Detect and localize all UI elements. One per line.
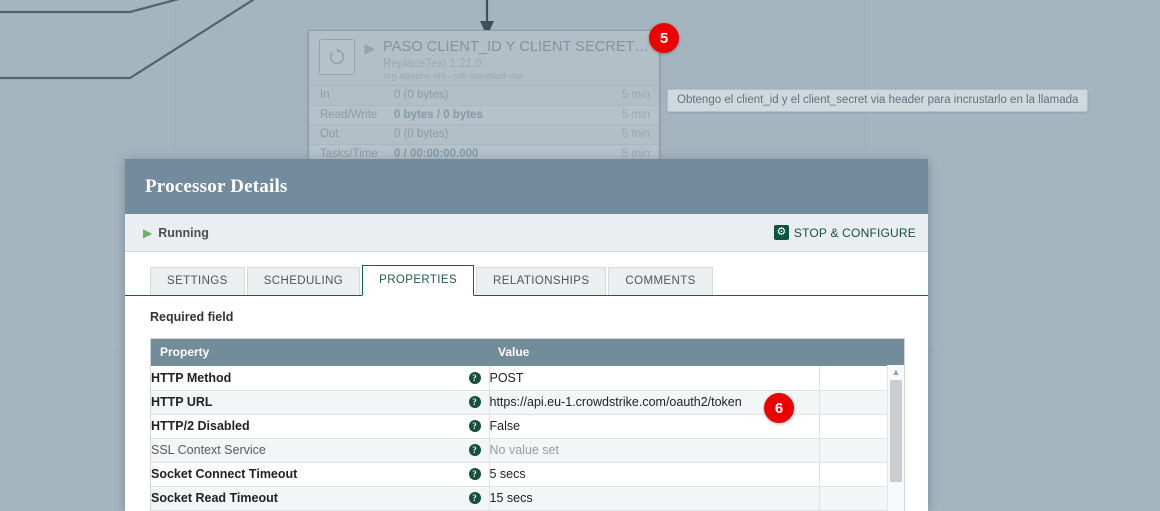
annotation-tooltip: Obtengo el client_id y el client_secret … — [667, 89, 1089, 112]
required-field-note: Required field — [150, 310, 234, 324]
stat-value: 0 bytes / 0 bytes — [394, 108, 483, 121]
property-name: SSL Context Service — [151, 443, 266, 457]
tab-comments[interactable]: COMMENTS — [608, 267, 713, 295]
column-header-property: Property — [151, 339, 489, 366]
property-value[interactable]: No value set — [489, 438, 820, 463]
help-icon[interactable]: ? — [468, 396, 481, 408]
column-header-value: Value — [489, 339, 819, 366]
tab-scheduling[interactable]: SCHEDULING — [246, 267, 361, 295]
processor-header: ▶ PASO CLIENT_ID Y CLIENT SECRET C... Re… — [309, 31, 659, 85]
dialog-toolbar: ▶ Running ⚙ STOP & CONFIGURE — [125, 214, 928, 252]
stat-time: 5 min — [621, 89, 650, 102]
table-row[interactable]: Socket Connect Timeout ? 5 secs — [151, 462, 904, 487]
help-icon[interactable]: ? — [468, 371, 481, 384]
stat-label: Tasks/Time — [320, 147, 378, 160]
table-row[interactable]: HTTP/2 Disabled ? False — [151, 414, 904, 439]
stat-label: In — [320, 89, 330, 102]
stat-time: 5 min — [621, 128, 650, 141]
tab-settings[interactable]: SETTINGS — [150, 267, 245, 295]
properties-table: Property Value HTTP Method ? POST HTTP U… — [151, 339, 904, 511]
stat-value: 0 (0 bytes) — [394, 128, 449, 141]
property-name-cell: HTTP/2 Disabled ? — [151, 414, 490, 439]
help-icon[interactable]: ? — [468, 468, 481, 480]
processor-stat-out: Out 0 (0 bytes) 5 min — [309, 124, 659, 144]
processor-type: ReplaceText 1.21.0 — [383, 58, 482, 70]
processor-stat-read-write: Read/Write 0 bytes / 0 bytes 5 min — [309, 104, 659, 124]
property-name: Socket Connect Timeout — [151, 467, 298, 481]
property-name-cell: HTTP URL ? — [151, 390, 490, 415]
property-name: HTTP/2 Disabled — [151, 419, 250, 433]
help-icon[interactable]: ? — [468, 492, 481, 504]
scrollbar-thumb[interactable] — [890, 380, 902, 482]
replace-text-processor-icon — [319, 39, 355, 75]
property-name-cell: SSL Context Service ? — [151, 438, 490, 463]
processor-bundle: org.apache.nifi - nifi-standard-nar — [383, 71, 523, 82]
table-scrollbar[interactable]: ▲ — [887, 365, 904, 511]
gear-icon: ⚙ — [773, 225, 789, 240]
table-row[interactable]: HTTP Method ? POST — [151, 366, 904, 391]
chevron-up-icon[interactable]: ▲ — [888, 365, 904, 380]
step-badge-6: 6 — [764, 393, 794, 423]
play-icon: ▶ — [364, 40, 376, 56]
stop-and-configure-button[interactable]: ⚙ STOP & CONFIGURE — [773, 225, 916, 240]
processor-node[interactable]: ▶ PASO CLIENT_ID Y CLIENT SECRET C... Re… — [308, 30, 660, 163]
table-row[interactable]: SSL Context Service ? No value set — [151, 438, 904, 463]
table-header-row: Property Value — [151, 339, 904, 366]
property-name-cell: HTTP Method ? — [151, 366, 490, 391]
processor-details-dialog: Processor Details ▶ Running ⚙ STOP & CON… — [125, 159, 928, 511]
page-title: Processor Details — [145, 175, 288, 197]
tab-relationships[interactable]: RELATIONSHIPS — [476, 267, 607, 295]
help-icon[interactable]: ? — [468, 444, 481, 456]
run-status-label: Running — [158, 225, 209, 240]
stat-time: 5 min — [621, 108, 650, 121]
play-icon: ▶ — [143, 225, 153, 240]
processor-titles: PASO CLIENT_ID Y CLIENT SECRET C... Repl… — [381, 39, 651, 83]
stat-time: 5 min — [621, 147, 650, 160]
stat-label: Out — [320, 128, 339, 141]
stat-value: 0 (0 bytes) — [394, 89, 449, 102]
tab-properties[interactable]: PROPERTIES — [362, 265, 475, 296]
property-name-cell: Socket Read Timeout ? — [151, 486, 490, 511]
property-value[interactable]: POST — [489, 366, 820, 391]
column-header-spacer — [819, 339, 904, 366]
dialog-body: Required field Property Value HTTP Metho… — [125, 296, 928, 511]
property-value[interactable]: 15 secs — [489, 486, 820, 511]
stat-label: Read/Write — [320, 108, 378, 121]
properties-table-wrapper: Property Value HTTP Method ? POST HTTP U… — [150, 338, 905, 511]
dialog-tabs: SETTINGS SCHEDULING PROPERTIES RELATIONS… — [125, 252, 928, 296]
processor-name: PASO CLIENT_ID Y CLIENT SECRET C... — [383, 39, 651, 55]
step-badge-5: 5 — [649, 23, 679, 53]
property-name: Socket Read Timeout — [151, 491, 278, 505]
stop-and-configure-label: STOP & CONFIGURE — [793, 225, 916, 240]
property-name-cell: Socket Connect Timeout ? — [151, 462, 490, 487]
help-icon[interactable]: ? — [468, 420, 481, 432]
dialog-header: Processor Details — [125, 159, 928, 214]
stat-value: 0 / 00:00:00.000 — [394, 147, 479, 160]
table-row[interactable]: Socket Read Timeout ? 15 secs — [151, 486, 904, 511]
status-badge: ▶ Running — [143, 226, 209, 240]
property-name: HTTP URL — [151, 395, 213, 409]
processor-stat-in: In 0 (0 bytes) 5 min — [309, 85, 659, 105]
property-name: HTTP Method — [151, 370, 232, 385]
property-value[interactable]: 5 secs — [489, 462, 820, 487]
